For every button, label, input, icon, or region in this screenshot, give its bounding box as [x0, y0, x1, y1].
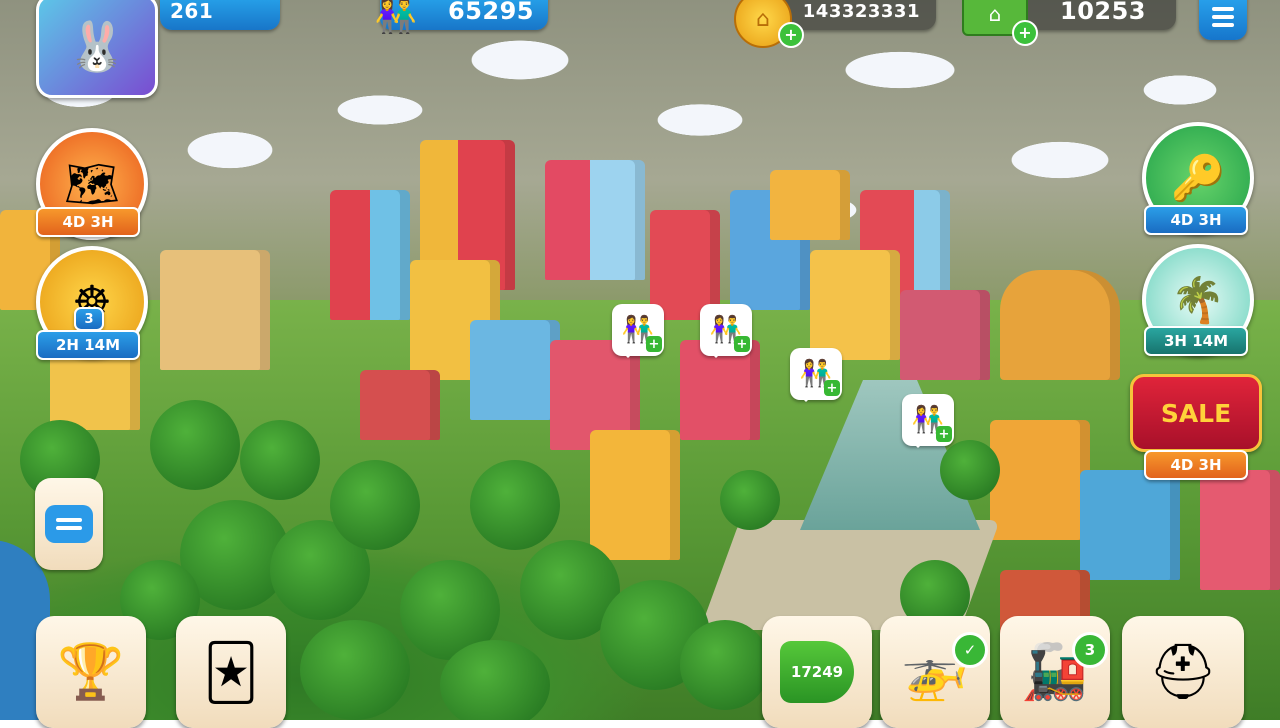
plus-icon: + — [936, 426, 952, 442]
chat-button[interactable] — [35, 478, 103, 570]
population-value: 65295 — [448, 0, 534, 25]
wheel-count: 3 — [74, 307, 104, 331]
building[interactable] — [770, 170, 850, 240]
train-count-badge: 3 — [1072, 632, 1108, 668]
treasure-map-timer: 4D 3H — [36, 207, 140, 237]
build-button[interactable]: ⛑ — [1122, 616, 1244, 728]
building[interactable] — [900, 290, 990, 380]
xp-value: 17249 — [790, 663, 844, 681]
treasure-map-icon: 🗺 — [64, 159, 120, 210]
building[interactable] — [160, 250, 270, 370]
cards-button[interactable]: 🃏 — [176, 616, 286, 728]
building[interactable] — [330, 190, 410, 320]
building[interactable] — [1000, 270, 1120, 380]
sale-label: SALE — [1160, 398, 1232, 428]
xp-button[interactable]: 17249 — [762, 616, 872, 728]
add-cash-button[interactable]: + — [1012, 20, 1038, 46]
building[interactable] — [470, 320, 560, 420]
tree — [330, 460, 420, 550]
tree — [720, 470, 780, 530]
wheel-timer: 2H 14M — [36, 330, 140, 360]
cards-icon: 🃏 — [203, 640, 259, 704]
add-coins-button[interactable]: + — [778, 22, 804, 48]
player-avatar[interactable]: 🐰 — [36, 0, 158, 98]
level-value: 261 — [170, 0, 214, 23]
building[interactable] — [810, 250, 900, 360]
hard-hat-icon: ⛑ — [1148, 640, 1218, 703]
tree — [470, 460, 560, 550]
people-icon: 👫 — [374, 0, 418, 36]
citizen-request-bubble[interactable]: 👫 + — [902, 394, 954, 448]
coins-value: 143323331 — [802, 0, 920, 22]
key-event-timer: 4D 3H — [1144, 205, 1248, 235]
plus-icon: + — [734, 336, 750, 352]
menu-line — [1212, 23, 1234, 27]
building[interactable] — [590, 430, 680, 560]
cash-value: 10253 — [1060, 0, 1146, 25]
menu-line — [1212, 15, 1234, 19]
tree — [150, 400, 240, 490]
avatar-character-icon: 🐰 — [67, 18, 127, 75]
plus-icon: + — [824, 380, 840, 396]
building[interactable] — [1080, 470, 1180, 580]
calendar-timer: 3H 14M — [1144, 326, 1248, 356]
golden-key-icon: 🔑 — [1170, 153, 1226, 204]
chat-line — [56, 518, 82, 522]
tree — [240, 420, 320, 500]
plus-icon: + — [646, 336, 662, 352]
chat-line — [56, 526, 82, 530]
green-arrow-icon: 17249 — [780, 641, 854, 703]
sale-banner-button[interactable]: SALE — [1130, 374, 1262, 452]
tree — [300, 620, 410, 720]
checkmark-badge: ✓ — [952, 632, 988, 668]
chat-bubble-icon — [45, 505, 93, 543]
level-bar[interactable]: 261 — [160, 0, 280, 30]
trophy-icon: 🏆 — [57, 640, 125, 703]
trophy-button[interactable]: 🏆 — [36, 616, 146, 728]
sale-timer: 4D 3H — [1144, 450, 1248, 480]
tree — [940, 440, 1000, 500]
hamburger-menu-button[interactable] — [1199, 0, 1247, 40]
city-scene[interactable]: 👫 + 👫 + 👫 + 👫 + — [0, 0, 1280, 720]
citizen-request-bubble[interactable]: 👫 + — [612, 304, 664, 358]
tree — [440, 640, 550, 720]
tree — [680, 620, 770, 710]
citizen-request-bubble[interactable]: 👫 + — [790, 348, 842, 402]
building[interactable] — [990, 420, 1090, 540]
menu-line — [1212, 7, 1234, 11]
building[interactable] — [1200, 470, 1280, 590]
building[interactable] — [545, 160, 645, 280]
building[interactable] — [360, 370, 440, 440]
citizen-request-bubble[interactable]: 👫 + — [700, 304, 752, 358]
calendar-palm-icon: 🌴 — [1170, 275, 1226, 326]
